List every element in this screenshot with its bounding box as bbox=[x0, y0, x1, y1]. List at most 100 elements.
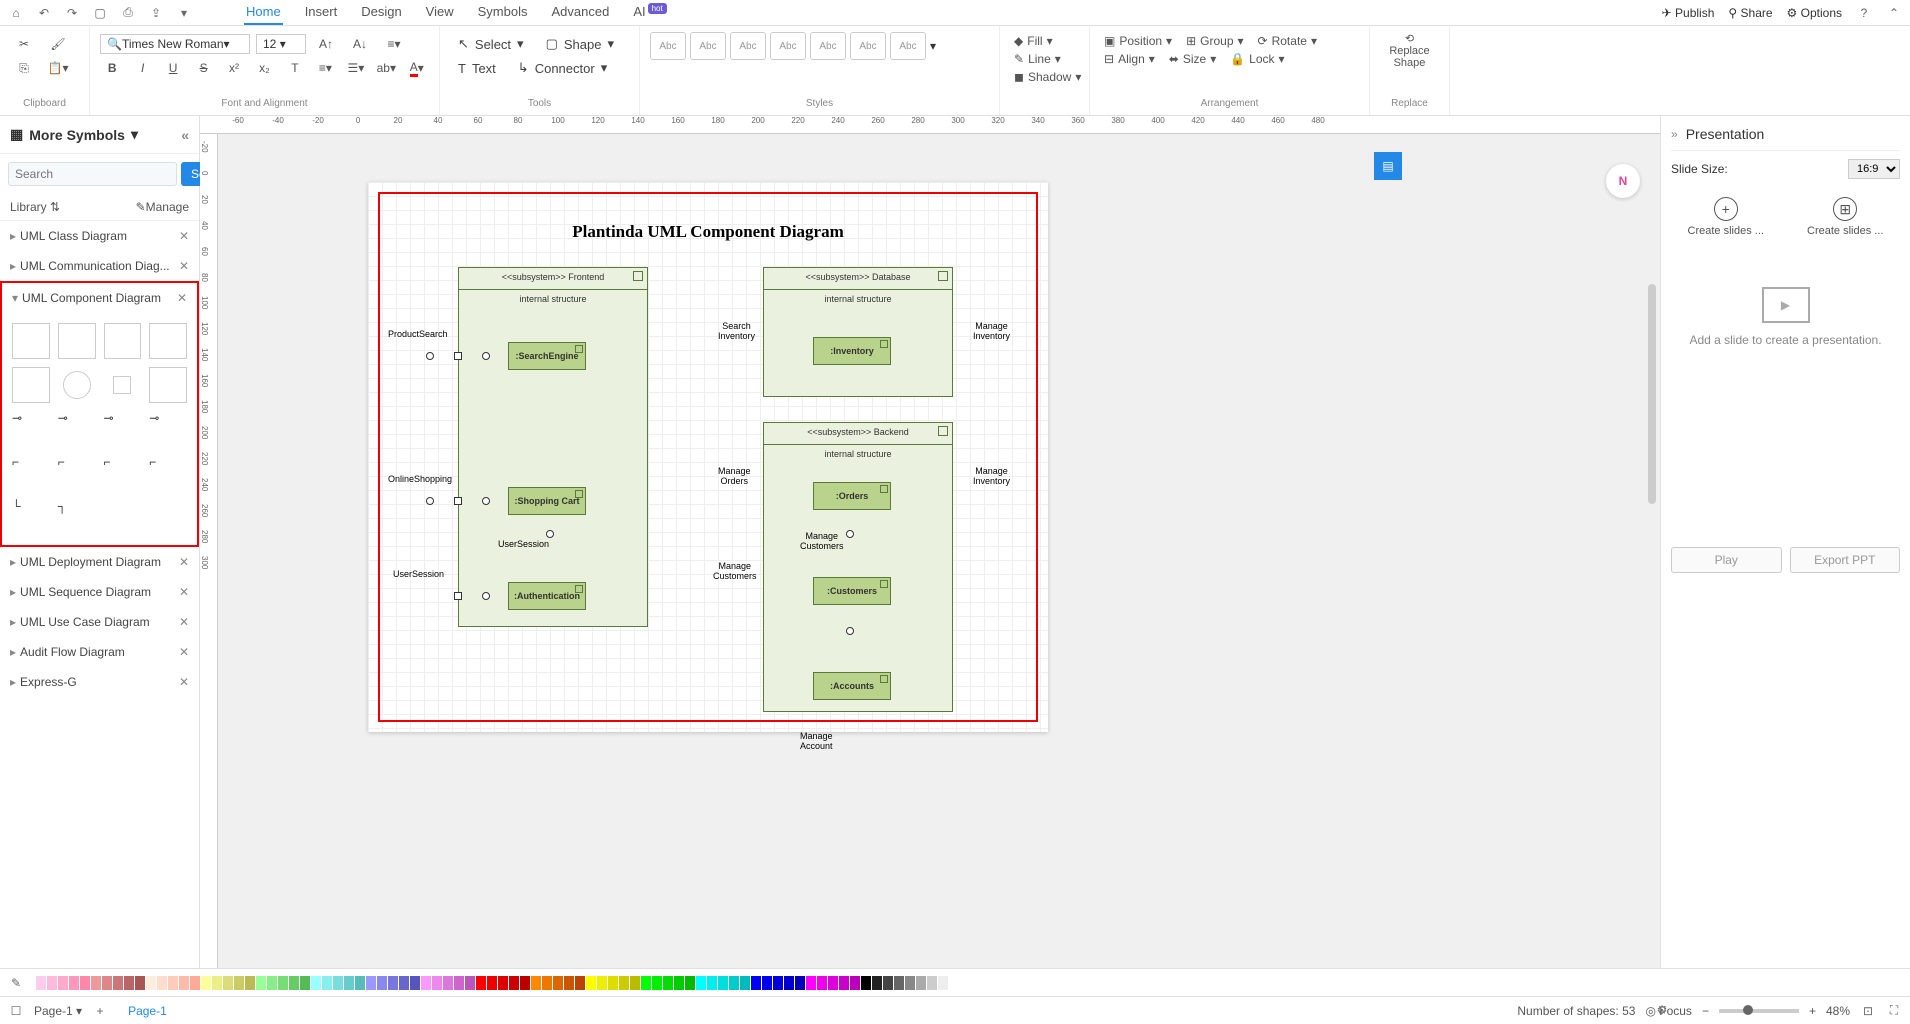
position-button[interactable]: ▣ Position▾ bbox=[1100, 32, 1176, 50]
collapse-icon[interactable]: ⌃ bbox=[1886, 5, 1902, 21]
color-swatch[interactable] bbox=[498, 976, 508, 990]
shadow-button[interactable]: ◼ Shadow▾ bbox=[1010, 68, 1079, 86]
cut-icon[interactable]: ✂ bbox=[10, 32, 38, 56]
color-swatch[interactable] bbox=[432, 976, 442, 990]
page-tab-1[interactable]: Page-1 bbox=[118, 1000, 177, 1022]
color-swatch[interactable] bbox=[762, 976, 772, 990]
color-swatch[interactable] bbox=[872, 976, 882, 990]
color-swatch[interactable] bbox=[47, 976, 57, 990]
color-swatch[interactable] bbox=[883, 976, 893, 990]
shape-thumb[interactable] bbox=[113, 376, 131, 394]
color-swatch[interactable] bbox=[729, 976, 739, 990]
color-swatch[interactable] bbox=[91, 976, 101, 990]
format-painter-icon[interactable]: 🖌 bbox=[44, 32, 72, 56]
component-auth[interactable]: :Authentication bbox=[508, 582, 586, 610]
page-selector[interactable]: Page-1 ▾ bbox=[34, 1004, 82, 1018]
style-preset[interactable]: Abc bbox=[770, 32, 806, 60]
tab-view[interactable]: View bbox=[424, 0, 456, 25]
color-swatch[interactable] bbox=[520, 976, 530, 990]
add-page-icon[interactable]: + bbox=[92, 1003, 108, 1019]
color-swatch[interactable] bbox=[388, 976, 398, 990]
scrollbar-thumb[interactable] bbox=[1648, 284, 1656, 504]
lib-uml-deployment[interactable]: ▸UML Deployment Diagram✕ bbox=[0, 547, 199, 577]
color-swatch[interactable] bbox=[190, 976, 200, 990]
fill-button[interactable]: ◆ Fill▾ bbox=[1010, 32, 1079, 50]
group-button[interactable]: ⊞ Group▾ bbox=[1182, 32, 1247, 50]
subsystem-backend[interactable]: <<subsystem>> Backend internal structure bbox=[763, 422, 953, 712]
play-button[interactable]: Play bbox=[1671, 547, 1782, 573]
search-input[interactable] bbox=[8, 162, 177, 186]
paste-icon[interactable]: 📋▾ bbox=[44, 56, 72, 80]
color-swatch[interactable] bbox=[608, 976, 618, 990]
color-swatch[interactable] bbox=[201, 976, 211, 990]
color-swatch[interactable] bbox=[146, 976, 156, 990]
color-swatch[interactable] bbox=[487, 976, 497, 990]
color-swatch[interactable] bbox=[421, 976, 431, 990]
style-preset[interactable]: Abc bbox=[690, 32, 726, 60]
color-swatch[interactable] bbox=[597, 976, 607, 990]
slide-size-select[interactable]: 16:9 bbox=[1848, 159, 1900, 179]
color-swatch[interactable] bbox=[234, 976, 244, 990]
settings-icon[interactable]: ⚙ bbox=[1654, 1002, 1670, 1018]
color-swatch[interactable] bbox=[135, 976, 145, 990]
italic-icon[interactable]: I bbox=[130, 56, 154, 80]
canvas-page[interactable]: Plantinda UML Component Diagram <<subsys… bbox=[368, 182, 1048, 732]
color-swatch[interactable] bbox=[938, 976, 948, 990]
copy-icon[interactable]: ⎘ bbox=[10, 56, 38, 80]
color-swatch[interactable] bbox=[410, 976, 420, 990]
share-button[interactable]: ⚲ Share bbox=[1728, 6, 1772, 20]
line-button[interactable]: ✎ Line▾ bbox=[1010, 50, 1079, 68]
color-swatch[interactable] bbox=[212, 976, 222, 990]
color-swatch[interactable] bbox=[278, 976, 288, 990]
subsystem-frontend[interactable]: <<subsystem>> Frontend internal structur… bbox=[458, 267, 648, 627]
manage-button[interactable]: ✎Manage bbox=[136, 200, 189, 214]
color-swatch[interactable] bbox=[641, 976, 651, 990]
shape-thumb[interactable]: ⊸ bbox=[104, 411, 142, 447]
color-swatch[interactable] bbox=[245, 976, 255, 990]
shape-thumb[interactable] bbox=[63, 371, 91, 399]
color-swatch[interactable] bbox=[751, 976, 761, 990]
color-swatch[interactable] bbox=[377, 976, 387, 990]
style-preset[interactable]: Abc bbox=[810, 32, 846, 60]
superscript-icon[interactable]: x² bbox=[222, 56, 246, 80]
dropper-icon[interactable]: ✎ bbox=[8, 975, 24, 991]
tab-insert[interactable]: Insert bbox=[303, 0, 340, 25]
fit-page-icon[interactable]: ⊡ bbox=[1860, 1003, 1876, 1019]
lib-uml-component[interactable]: ▾UML Component Diagram✕ bbox=[2, 283, 197, 313]
subscript-icon[interactable]: x₂ bbox=[252, 56, 276, 80]
color-swatch[interactable] bbox=[894, 976, 904, 990]
color-swatch[interactable] bbox=[454, 976, 464, 990]
align-button[interactable]: ⊟ Align▾ bbox=[1100, 50, 1159, 68]
options-button[interactable]: ⚙ Options bbox=[1787, 6, 1842, 20]
style-preset[interactable]: Abc bbox=[890, 32, 926, 60]
color-palette[interactable]: ✎ ⚙ bbox=[0, 968, 1910, 996]
color-swatch[interactable] bbox=[861, 976, 871, 990]
shape-thumb[interactable]: ⌐ bbox=[149, 455, 187, 491]
replace-shape-button[interactable]: ⟲Replace Shape bbox=[1380, 32, 1439, 69]
zoom-level[interactable]: 48% bbox=[1826, 1004, 1850, 1018]
color-swatch[interactable] bbox=[707, 976, 717, 990]
color-swatch[interactable] bbox=[564, 976, 574, 990]
color-swatch[interactable] bbox=[399, 976, 409, 990]
color-swatch[interactable] bbox=[157, 976, 167, 990]
rotate-button[interactable]: ⟳ Rotate▾ bbox=[1254, 32, 1321, 50]
lib-uml-comm[interactable]: ▸UML Communication Diag...✕ bbox=[0, 251, 199, 281]
component-customers[interactable]: :Customers bbox=[813, 577, 891, 605]
direction-icon[interactable]: ab▾ bbox=[374, 56, 398, 80]
color-swatch[interactable] bbox=[344, 976, 354, 990]
component-search-engine[interactable]: :SearchEngine bbox=[508, 342, 586, 370]
shape-thumb[interactable]: ⌐ bbox=[12, 455, 50, 491]
create-slides-1[interactable]: +Create slides ... bbox=[1671, 197, 1781, 237]
bold-icon[interactable]: B bbox=[100, 56, 124, 80]
color-swatch[interactable] bbox=[685, 976, 695, 990]
help-icon[interactable]: ? bbox=[1856, 5, 1872, 21]
color-swatch[interactable] bbox=[58, 976, 68, 990]
strike-icon[interactable]: S bbox=[191, 56, 215, 80]
shape-thumb[interactable]: ⌐ bbox=[58, 455, 96, 491]
size-button[interactable]: ⬌ Size▾ bbox=[1165, 50, 1220, 68]
print-icon[interactable]: ⎙ bbox=[120, 5, 136, 21]
style-preset[interactable]: Abc bbox=[730, 32, 766, 60]
color-swatch[interactable] bbox=[718, 976, 728, 990]
ai-assistant-icon[interactable]: N bbox=[1606, 164, 1640, 198]
subsystem-database[interactable]: <<subsystem>> Database internal structur… bbox=[763, 267, 953, 397]
